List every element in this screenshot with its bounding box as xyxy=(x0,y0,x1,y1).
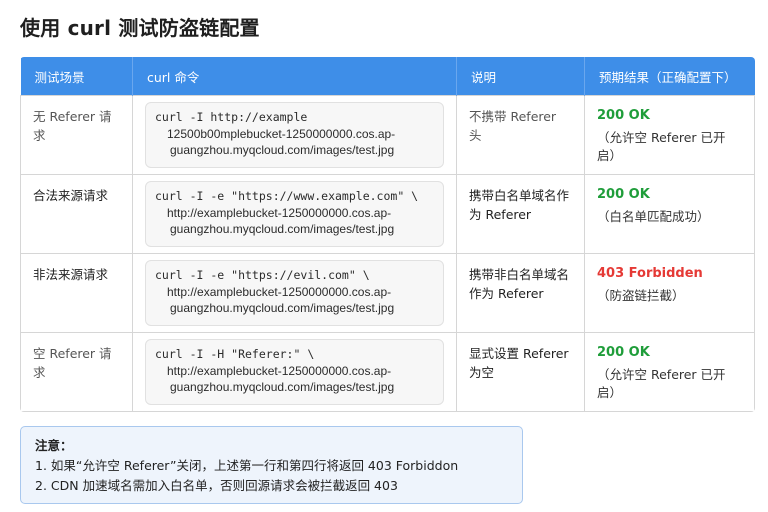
scene-text: 非法来源请求 xyxy=(33,267,109,282)
scene-text: 无 Referer 请求 xyxy=(33,109,112,143)
table-row: 空 Referer 请求 curl -I -H "Referer:" \ http… xyxy=(20,332,755,412)
scene-text: 空 Referer 请求 xyxy=(33,346,112,380)
command-cell: curl -I http://example 12500b00mplebucket… xyxy=(132,95,457,175)
desc-cell: 携带非白名单域名作为 Referer xyxy=(456,253,585,333)
note-box: 注意： 1. 如果“允许空 Referer”关闭，上述第一行和第四行将返回 40… xyxy=(20,426,523,504)
code-line: http://examplebucket-1250000000.cos.ap- xyxy=(167,363,392,378)
desc-cell: 显式设置 Referer 为空 xyxy=(456,332,585,412)
status-badge: 403 Forbidden xyxy=(597,266,703,281)
header-scene: 测试场景 xyxy=(20,57,133,96)
status-badge: 200 OK xyxy=(597,345,650,360)
desc-text: 携带非白名单域名作为 Referer xyxy=(469,267,570,301)
code-block[interactable]: curl -I -e "https://evil.com" \ http://ex… xyxy=(145,260,444,326)
code-block[interactable]: curl -I http://example 12500b00mplebucket… xyxy=(145,102,444,168)
command-cell: curl -I -e "https://evil.com" \ http://ex… xyxy=(132,253,457,333)
expected-cell: 403 Forbidden （防盗链拦截） xyxy=(584,253,755,333)
note-item: 2. CDN 加速域名需加入白名单，否则回源请求会被拦截返回 403 xyxy=(35,478,398,493)
expected-note: （允许空 Referer 已开启） xyxy=(597,367,726,400)
expected-note: （防盗链拦截） xyxy=(597,288,685,303)
code-line: guangzhou.myqcloud.com/images/test.jpg xyxy=(170,222,395,236)
desc-text: 显式设置 Referer 为空 xyxy=(469,346,569,380)
code-line: curl -I -e "https://www.example.com" \ xyxy=(155,189,419,203)
code-line: guangzhou.myqcloud.com/images/test.jpg xyxy=(170,380,395,394)
note-item: 1. 如果“允许空 Referer”关闭，上述第一行和第四行将返回 403 Fo… xyxy=(35,458,459,473)
code-line: guangzhou.myqcloud.com/images/test.jpg xyxy=(170,143,395,157)
desc-cell: 携带白名单域名作为 Referer xyxy=(456,174,585,254)
command-cell: curl -I -e "https://www.example.com" \ ht… xyxy=(132,174,457,254)
expected-cell: 200 OK （允许空 Referer 已开启） xyxy=(584,95,755,175)
code-line: guangzhou.myqcloud.com/images/test.jpg xyxy=(170,301,395,315)
code-block[interactable]: curl -I -H "Referer:" \ http://examplebuc… xyxy=(145,339,444,405)
code-line: curl -I -e "https://evil.com" \ xyxy=(155,268,370,282)
page-root: 使用 curl 测试防盗链配置 测试场景 curl 命令 说明 预期结果（正确配… xyxy=(0,0,768,512)
referer-test-table: 测试场景 curl 命令 说明 预期结果（正确配置下） 无 Referer 请求… xyxy=(20,57,755,412)
status-badge: 200 OK xyxy=(597,187,650,202)
scene-cell: 空 Referer 请求 xyxy=(20,332,133,412)
expected-cell: 200 OK （白名单匹配成功） xyxy=(584,174,755,254)
scene-cell: 合法来源请求 xyxy=(20,174,133,254)
page-title: 使用 curl 测试防盗链配置 xyxy=(20,16,260,40)
header-desc: 说明 xyxy=(456,57,585,96)
code-line: http://examplebucket-1250000000.cos.ap- xyxy=(167,205,392,220)
desc-text: 携带白名单域名作为 Referer xyxy=(469,188,570,222)
code-line: http://examplebucket-1250000000.cos.ap- xyxy=(167,284,392,299)
expected-note: （白名单匹配成功） xyxy=(597,209,710,224)
code-block[interactable]: curl -I -e "https://www.example.com" \ ht… xyxy=(145,181,444,247)
scene-cell: 无 Referer 请求 xyxy=(20,95,133,175)
code-line: curl -I -H "Referer:" \ xyxy=(155,347,315,361)
header-expected: 预期结果（正确配置下） xyxy=(584,57,755,96)
desc-cell: 不携带 Referer 头 xyxy=(456,95,585,175)
table-row: 非法来源请求 curl -I -e "https://evil.com" \ ht… xyxy=(20,253,755,333)
expected-note: （允许空 Referer 已开启） xyxy=(597,130,726,163)
expected-cell: 200 OK （允许空 Referer 已开启） xyxy=(584,332,755,412)
status-badge: 200 OK xyxy=(597,108,650,123)
header-command: curl 命令 xyxy=(132,57,457,96)
code-line: curl -I http://example xyxy=(155,110,308,124)
scene-cell: 非法来源请求 xyxy=(20,253,133,333)
note-title: 注意： xyxy=(35,438,73,453)
table-row: 合法来源请求 curl -I -e "https://www.example.c… xyxy=(20,174,755,254)
desc-text: 不携带 Referer 头 xyxy=(469,109,557,143)
code-line: 12500b00mplebucket-1250000000.cos.ap- xyxy=(167,126,396,141)
scene-text: 合法来源请求 xyxy=(33,188,109,203)
command-cell: curl -I -H "Referer:" \ http://examplebuc… xyxy=(132,332,457,412)
table-row: 无 Referer 请求 curl -I http://example 12500… xyxy=(20,95,755,175)
table-header-row: 测试场景 curl 命令 说明 预期结果（正确配置下） xyxy=(20,57,755,96)
